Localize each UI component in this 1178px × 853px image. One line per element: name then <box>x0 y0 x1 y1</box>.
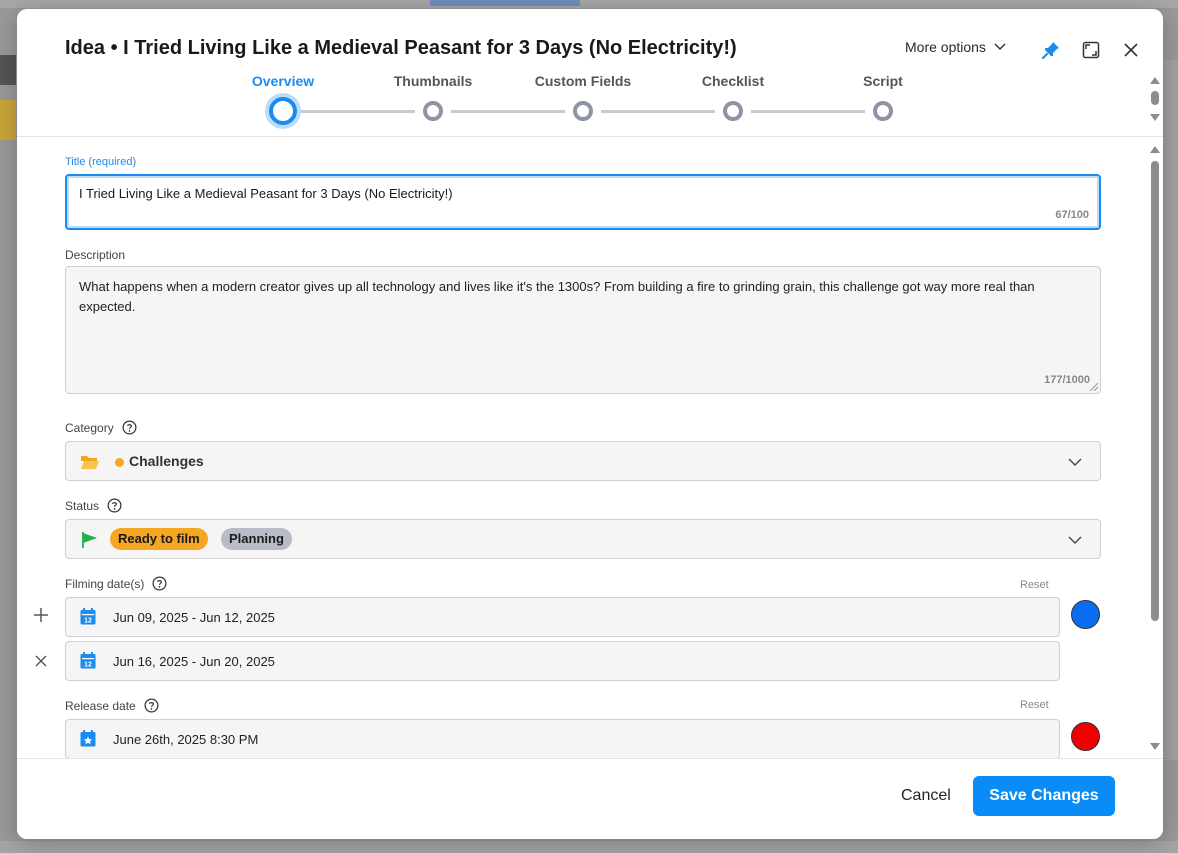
backdrop-strip <box>0 100 16 140</box>
backdrop-strip <box>430 0 580 6</box>
step-dot-custom-fields[interactable] <box>573 101 593 121</box>
description-label: Description <box>65 248 126 262</box>
category-label-row: Category <box>65 420 137 435</box>
remove-date-icon[interactable] <box>33 653 49 669</box>
expand-button[interactable] <box>1080 39 1102 61</box>
resize-handle[interactable] <box>1090 383 1098 391</box>
stepper-connector <box>451 110 565 113</box>
chevron-down-icon <box>1068 536 1082 544</box>
modal-title: Idea • I Tried Living Like a Medieval Pe… <box>65 37 737 60</box>
release-date-value: June 26th, 2025 8:30 PM <box>113 732 259 747</box>
calendar-day: 12 <box>84 662 92 669</box>
category-color-dot <box>115 458 124 467</box>
category-select[interactable]: Challenges <box>65 441 1101 481</box>
calendar-day: 12 <box>84 618 92 625</box>
tab-custom-fields[interactable]: Custom Fields <box>535 73 631 89</box>
title-char-counter: 67/100 <box>1055 209 1089 221</box>
chevron-down-icon <box>1068 458 1082 466</box>
description-value: What happens when a modern creator gives… <box>79 279 1035 314</box>
step-dot-script[interactable] <box>873 101 893 121</box>
filming-date-value: Jun 09, 2025 - Jun 12, 2025 <box>113 610 275 625</box>
category-label: Category <box>65 420 114 435</box>
help-icon[interactable] <box>152 576 167 591</box>
status-chip-ready-to-film[interactable]: Ready to film <box>110 528 208 550</box>
release-color-picker[interactable] <box>1071 722 1100 751</box>
help-icon[interactable] <box>107 498 122 513</box>
calendar-icon: 12 <box>80 652 96 669</box>
status-chip-planning[interactable]: Planning <box>221 528 292 550</box>
modal-header: Idea • I Tried Living Like a Medieval Pe… <box>17 9 1163 137</box>
step-dot-thumbnails[interactable] <box>423 101 443 121</box>
step-dot-overview[interactable] <box>269 97 297 125</box>
title-input-value: I Tried Living Like a Medieval Peasant f… <box>79 186 453 201</box>
filming-label: Filming date(s) <box>65 576 145 591</box>
title-text: I Tried Living Like a Medieval Peasant f… <box>123 37 737 59</box>
add-date-icon[interactable] <box>33 607 49 623</box>
tab-overview[interactable]: Overview <box>252 73 314 89</box>
chevron-down-icon <box>994 43 1006 51</box>
calendar-star-icon <box>80 730 96 747</box>
filming-date-value: Jun 16, 2025 - Jun 20, 2025 <box>113 654 275 669</box>
help-icon[interactable] <box>144 698 159 713</box>
title-prefix: Idea <box>65 37 106 59</box>
stepper-connector <box>751 110 865 113</box>
calendar-icon: 12 <box>80 608 96 625</box>
flag-icon <box>82 532 97 548</box>
filming-label-row: Filming date(s) <box>65 576 167 591</box>
help-icon[interactable] <box>122 420 137 435</box>
status-select[interactable]: Ready to film Planning <box>65 519 1101 559</box>
more-options-label: More options <box>905 39 986 55</box>
title-separator: • <box>110 37 118 59</box>
tab-checklist[interactable]: Checklist <box>702 73 764 89</box>
backdrop-strip <box>0 841 1178 853</box>
tab-thumbnails[interactable]: Thumbnails <box>394 73 473 89</box>
release-label: Release date <box>65 698 136 713</box>
expand-icon <box>1082 41 1100 59</box>
close-icon <box>1124 43 1138 57</box>
filming-reset-button[interactable]: Reset <box>1020 579 1049 591</box>
edit-idea-modal: Idea • I Tried Living Like a Medieval Pe… <box>17 9 1163 839</box>
header-scroll-up-arrow[interactable] <box>1150 77 1160 84</box>
pin-button[interactable] <box>1040 39 1062 61</box>
stepper-connector <box>601 110 715 113</box>
title-input[interactable]: I Tried Living Like a Medieval Peasant f… <box>65 174 1101 230</box>
status-label: Status <box>65 498 100 513</box>
category-value: Challenges <box>129 453 204 469</box>
backdrop-strip <box>1164 60 1178 760</box>
folder-open-icon <box>81 456 99 469</box>
filming-date-input[interactable]: 12 Jun 09, 2025 - Jun 12, 2025 <box>65 597 1060 637</box>
cancel-button[interactable]: Cancel <box>901 787 951 805</box>
backdrop-strip <box>0 0 1178 8</box>
description-char-counter: 177/1000 <box>1044 374 1090 386</box>
backdrop-strip <box>0 55 16 85</box>
status-label-row: Status <box>65 498 122 513</box>
save-changes-button[interactable]: Save Changes <box>973 776 1115 816</box>
header-scroll-down-arrow[interactable] <box>1150 114 1160 121</box>
title-label: Title (required) <box>65 156 137 168</box>
pin-icon <box>1041 42 1059 60</box>
step-dot-checklist[interactable] <box>723 101 743 121</box>
tab-script[interactable]: Script <box>863 73 903 89</box>
more-options-button[interactable]: More options <box>905 39 1006 55</box>
header-scrollbar-thumb[interactable] <box>1151 91 1159 105</box>
release-reset-button[interactable]: Reset <box>1020 699 1049 711</box>
release-label-row: Release date <box>65 698 159 713</box>
filming-date-input[interactable]: 12 Jun 16, 2025 - Jun 20, 2025 <box>65 641 1060 681</box>
close-button[interactable] <box>1120 39 1142 61</box>
filming-color-picker[interactable] <box>1071 600 1100 629</box>
form-content: Title (required) I Tried Living Like a M… <box>17 138 1163 758</box>
stepper-connector <box>301 110 415 113</box>
modal-footer: Cancel Save Changes <box>17 758 1163 839</box>
release-date-input[interactable]: June 26th, 2025 8:30 PM <box>65 719 1060 758</box>
description-textarea[interactable]: What happens when a modern creator gives… <box>65 266 1101 394</box>
